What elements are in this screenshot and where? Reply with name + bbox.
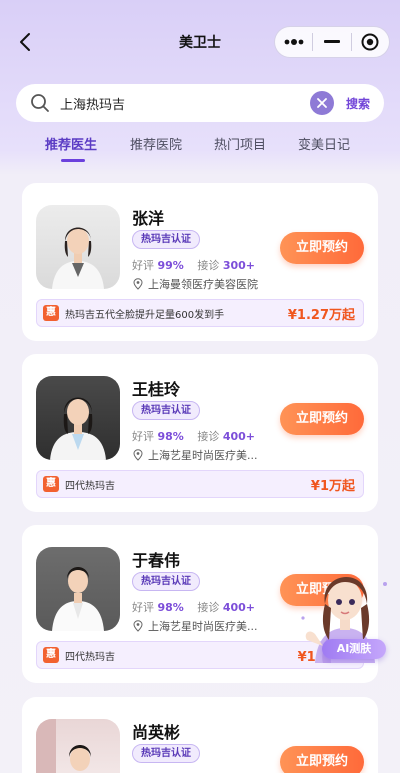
discount-icon: 惠 <box>43 305 59 321</box>
rating-value: 98% <box>157 601 184 614</box>
location-pin-icon <box>133 449 143 461</box>
hospital-name: 上海艺星时尚医疗美... <box>148 620 258 633</box>
consult-label: 接诊 <box>197 601 220 614</box>
doctor-name: 尚英彬 <box>132 723 181 742</box>
mini-program-capsule <box>274 26 390 58</box>
location-pin-icon <box>133 620 143 632</box>
doctor-name: 张洋 <box>132 209 165 228</box>
doctor-name: 王桂玲 <box>132 380 181 399</box>
tab-recommended-hospitals[interactable]: 推荐医院 <box>130 134 182 153</box>
hospital-info[interactable]: 上海艺星时尚医疗美... <box>132 447 258 463</box>
search-bar[interactable]: 上海热玛吉 搜索 <box>16 84 384 122</box>
promo-price: ¥1.27万起 <box>287 307 355 323</box>
doctor-photo <box>36 719 120 773</box>
certification-badge: 热玛吉认证 <box>132 230 200 249</box>
hospital-info[interactable]: 上海曼领医疗美容医院 <box>132 276 258 292</box>
tab-beauty-diary[interactable]: 变美日记 <box>298 134 350 153</box>
promo-text: 四代热玛吉 <box>65 480 115 492</box>
consult-label: 接诊 <box>197 259 220 272</box>
consult-value: 300+ <box>222 259 256 272</box>
promo-price: ¥1万起 <box>310 478 355 494</box>
tab-recommended-doctors[interactable]: 推荐医生 <box>45 134 97 153</box>
rating-label: 好评 <box>132 259 154 272</box>
promo-bar[interactable]: 惠 热玛吉五代全脸提升足量600发到手 ¥1.27万起 <box>36 299 364 327</box>
search-input[interactable]: 上海热玛吉 <box>60 94 310 113</box>
certification-badge: 热玛吉认证 <box>132 744 200 763</box>
target-circle-icon <box>361 33 379 51</box>
rating-label: 好评 <box>132 430 154 443</box>
book-now-button[interactable]: 立即预约 <box>280 746 364 773</box>
discount-icon: 惠 <box>43 647 59 663</box>
rating-value: 99% <box>157 259 184 272</box>
tab-hot-projects[interactable]: 热门项目 <box>214 134 266 153</box>
promo-text: 热玛吉五代全脸提升足量600发到手 <box>65 309 225 321</box>
certification-badge: 热玛吉认证 <box>132 401 200 420</box>
book-now-button[interactable]: 立即预约 <box>280 403 364 435</box>
hospital-name: 上海曼领医疗美容医院 <box>148 278 258 291</box>
doctor-photo <box>36 547 120 631</box>
close-miniprogram-button[interactable] <box>352 27 389 57</box>
doctor-stats: 好评 98% 接诊 400+ <box>132 428 255 444</box>
category-tabs: 推荐医生 推荐医院 热门项目 变美日记 <box>0 134 400 166</box>
doctor-photo <box>36 205 120 289</box>
location-pin-icon <box>133 278 143 290</box>
hospital-info[interactable]: 上海艺星时尚医疗美... <box>132 618 258 634</box>
top-bar: 美卫士 <box>0 0 400 80</box>
doctor-name: 于春伟 <box>132 551 181 570</box>
consult-label: 接诊 <box>197 430 220 443</box>
more-dots-icon <box>284 39 304 45</box>
discount-icon: 惠 <box>43 476 59 492</box>
doctor-card[interactable]: 尚英彬 热玛吉认证 立即预约 <box>22 697 378 773</box>
rating-value: 98% <box>157 430 184 443</box>
doctor-card[interactable]: 王桂玲 热玛吉认证 好评 98% 接诊 400+ 上海艺星时尚医疗美... 立即… <box>22 354 378 512</box>
doctor-card[interactable]: 张洋 热玛吉认证 好评 99% 接诊 300+ 上海曼领医疗美容医院 立即预约 … <box>22 183 378 341</box>
rating-label: 好评 <box>132 601 154 614</box>
hospital-name: 上海艺星时尚医疗美... <box>148 449 258 462</box>
active-tab-indicator <box>61 159 85 162</box>
consult-value: 400+ <box>222 601 256 614</box>
search-icon <box>31 94 49 112</box>
minus-icon <box>323 40 340 43</box>
consult-value: 400+ <box>222 430 256 443</box>
ai-skin-test-button[interactable]: AI测肤 <box>322 639 386 659</box>
doctor-stats: 好评 99% 接诊 300+ <box>132 257 255 273</box>
close-icon <box>317 98 327 108</box>
minimize-button[interactable] <box>313 27 350 57</box>
more-button[interactable] <box>275 27 312 57</box>
doctor-stats: 好评 98% 接诊 400+ <box>132 599 255 615</box>
search-button[interactable]: 搜索 <box>346 95 370 112</box>
clear-search-button[interactable] <box>309 91 334 115</box>
promo-text: 四代热玛吉 <box>65 651 115 663</box>
promo-bar[interactable]: 惠 四代热玛吉 ¥1万起 <box>36 470 364 498</box>
doctor-photo <box>36 376 120 460</box>
certification-badge: 热玛吉认证 <box>132 572 200 591</box>
book-now-button[interactable]: 立即预约 <box>280 232 364 264</box>
